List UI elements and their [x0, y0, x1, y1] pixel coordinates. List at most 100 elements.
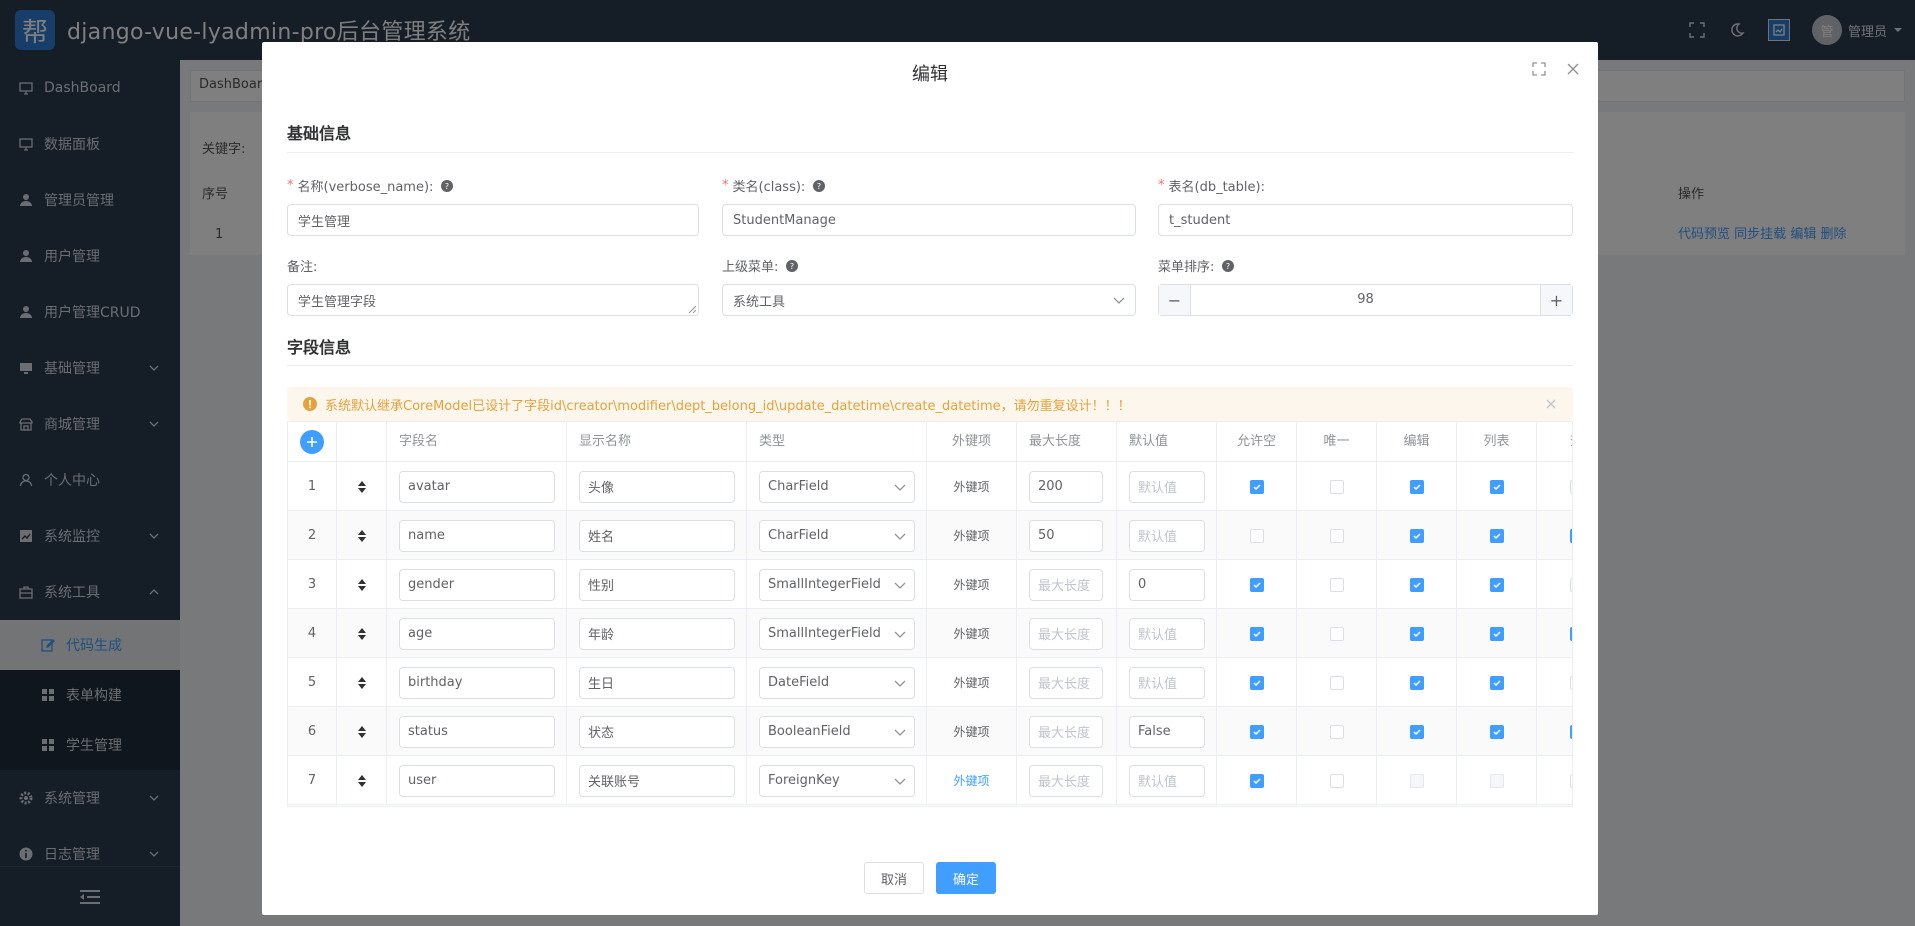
type-select[interactable]: SmallIntegerField [759, 617, 915, 650]
table-input[interactable]: t_student [1158, 204, 1573, 236]
class-input[interactable]: StudentManage [722, 204, 1136, 236]
field-name-input[interactable]: user [399, 764, 555, 797]
default-input[interactable]: 默认值 [1129, 519, 1205, 552]
close-icon[interactable] [1564, 60, 1582, 78]
sort-handle-icon[interactable] [357, 529, 366, 542]
parent-menu-select[interactable]: 系统工具 [722, 284, 1136, 316]
nullable-checkbox[interactable] [1249, 577, 1264, 592]
sort-handle-icon[interactable] [357, 480, 366, 493]
confirm-button[interactable]: 确定 [936, 862, 996, 894]
default-input[interactable]: 默认值 [1129, 470, 1205, 503]
query-checkbox[interactable] [1569, 528, 1572, 543]
nullable-checkbox[interactable] [1249, 626, 1264, 641]
type-select[interactable]: CharField [759, 470, 915, 503]
field-name-input[interactable]: avatar [399, 470, 555, 503]
display-name-input[interactable]: 头像 [579, 470, 735, 503]
edit-checkbox[interactable] [1409, 773, 1424, 788]
unique-checkbox[interactable] [1329, 577, 1344, 592]
type-select[interactable]: SmallIntegerField [759, 568, 915, 601]
field-name-input[interactable]: birthday [399, 666, 555, 699]
list-checkbox[interactable] [1489, 577, 1504, 592]
type-select[interactable]: ForeignKey [759, 764, 915, 797]
query-checkbox[interactable] [1569, 479, 1572, 494]
edit-checkbox[interactable] [1409, 577, 1424, 592]
display-name-input[interactable]: 生日 [579, 666, 735, 699]
maxlen-input[interactable]: 最大长度 [1029, 568, 1103, 601]
default-input[interactable]: 默认值 [1129, 617, 1205, 650]
maximize-icon[interactable] [1530, 60, 1548, 78]
unique-checkbox[interactable] [1329, 675, 1344, 690]
unique-checkbox[interactable] [1329, 528, 1344, 543]
default-input[interactable]: 默认值 [1129, 764, 1205, 797]
nullable-checkbox[interactable] [1249, 773, 1264, 788]
list-checkbox[interactable] [1489, 773, 1504, 788]
sort-handle-icon[interactable] [357, 676, 366, 689]
close-icon[interactable] [1545, 398, 1557, 410]
fk-link[interactable]: 外键项 [953, 772, 989, 789]
query-checkbox[interactable] [1569, 675, 1572, 690]
type-select[interactable]: DateField [759, 666, 915, 699]
chevron-down-icon [894, 533, 906, 540]
cancel-button[interactable]: 取消 [864, 862, 924, 894]
maxlen-input[interactable]: 最大长度 [1029, 764, 1103, 797]
question-icon[interactable]: ? [786, 259, 799, 272]
unique-checkbox[interactable] [1329, 626, 1344, 641]
display-name-input[interactable]: 年龄 [579, 617, 735, 650]
nullable-checkbox[interactable] [1249, 675, 1264, 690]
maxlen-cell: 最大长度 [1017, 560, 1117, 609]
nullable-checkbox[interactable] [1249, 528, 1264, 543]
display-name-input[interactable]: 关联账号 [579, 764, 735, 797]
field-name-input[interactable]: gender [399, 568, 555, 601]
remark-textarea[interactable]: 学生管理字段 [287, 284, 699, 316]
question-icon[interactable]: ? [1222, 259, 1235, 272]
default-input[interactable]: False [1129, 715, 1205, 748]
edit-checkbox[interactable] [1409, 528, 1424, 543]
sort-handle-icon[interactable] [357, 774, 366, 787]
field-name-input[interactable]: name [399, 519, 555, 552]
nullable-checkbox[interactable] [1249, 724, 1264, 739]
question-icon[interactable]: ? [813, 179, 826, 192]
unique-checkbox[interactable] [1329, 479, 1344, 494]
sort-handle-icon[interactable] [357, 725, 366, 738]
maxlen-input[interactable]: 最大长度 [1029, 666, 1103, 699]
type-select[interactable]: CharField [759, 519, 915, 552]
edit-checkbox[interactable] [1409, 675, 1424, 690]
edit-checkbox[interactable] [1409, 724, 1424, 739]
query-checkbox[interactable] [1569, 577, 1572, 592]
list-checkbox[interactable] [1489, 724, 1504, 739]
unique-checkbox[interactable] [1329, 773, 1344, 788]
display-name-input[interactable]: 状态 [579, 715, 735, 748]
field-name-input[interactable]: status [399, 715, 555, 748]
list-checkbox[interactable] [1489, 626, 1504, 641]
query-checkbox[interactable] [1569, 626, 1572, 641]
name-input[interactable]: 学生管理 [287, 204, 699, 236]
default-input[interactable]: 0 [1129, 568, 1205, 601]
edit-checkbox[interactable] [1409, 626, 1424, 641]
maxlen-input[interactable]: 200 [1029, 470, 1103, 503]
nullable-checkbox[interactable] [1249, 479, 1264, 494]
decrement-button[interactable]: − [1159, 285, 1191, 315]
query-checkbox[interactable] [1569, 773, 1572, 788]
increment-button[interactable]: + [1540, 285, 1572, 315]
maxlen-input[interactable]: 最大长度 [1029, 617, 1103, 650]
question-icon[interactable]: ? [441, 179, 454, 192]
default-input[interactable]: 默认值 [1129, 666, 1205, 699]
maxlen-input[interactable]: 50 [1029, 519, 1103, 552]
display-name-input[interactable]: 性别 [579, 568, 735, 601]
display-name-input[interactable]: 姓名 [579, 519, 735, 552]
query-checkbox[interactable] [1569, 724, 1572, 739]
type-select[interactable]: BooleanField [759, 715, 915, 748]
list-checkbox[interactable] [1489, 479, 1504, 494]
add-field-button[interactable] [300, 430, 324, 454]
sort-handle-icon[interactable] [357, 578, 366, 591]
unique-checkbox[interactable] [1329, 724, 1344, 739]
maxlen-input[interactable]: 最大长度 [1029, 715, 1103, 748]
edit-checkbox[interactable] [1409, 479, 1424, 494]
fk-cell: 外键项 [927, 707, 1017, 756]
sort-handle-icon[interactable] [357, 627, 366, 640]
list-checkbox[interactable] [1489, 675, 1504, 690]
list-checkbox[interactable] [1489, 528, 1504, 543]
field-name-input[interactable]: age [399, 617, 555, 650]
sort-value[interactable]: 98 [1191, 285, 1540, 315]
resize-handle-icon[interactable] [688, 305, 696, 313]
